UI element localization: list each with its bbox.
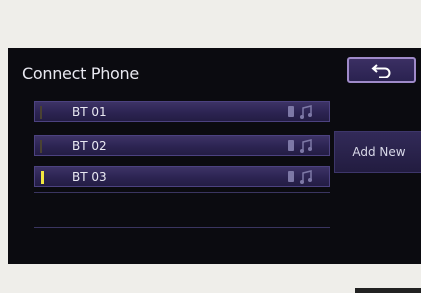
divider — [34, 192, 330, 193]
back-button[interactable] — [347, 57, 416, 83]
phone-icon — [288, 140, 294, 151]
return-arrow-icon — [370, 64, 390, 78]
phone-icon — [288, 171, 294, 182]
selection-indicator — [40, 106, 42, 119]
selection-indicator — [41, 171, 44, 184]
device-label: BT 02 — [72, 139, 107, 153]
device-row-bt01[interactable]: BT 01 — [34, 101, 330, 122]
device-label: BT 01 — [72, 105, 107, 119]
phone-icon — [288, 106, 294, 117]
display-screen: Connect Phone BT 01 BT 02 BT 03 Add New — [8, 48, 421, 264]
music-note-icon — [300, 170, 312, 184]
device-label: BT 03 — [72, 170, 107, 184]
device-row-bt02[interactable]: BT 02 — [34, 135, 330, 156]
page-title: Connect Phone — [22, 64, 139, 83]
music-note-icon — [300, 139, 312, 153]
divider — [34, 227, 330, 228]
corner-marker — [355, 288, 421, 293]
add-new-button[interactable]: Add New — [334, 131, 421, 173]
selection-indicator — [40, 140, 42, 153]
device-row-bt03[interactable]: BT 03 — [34, 166, 330, 187]
music-note-icon — [300, 105, 312, 119]
